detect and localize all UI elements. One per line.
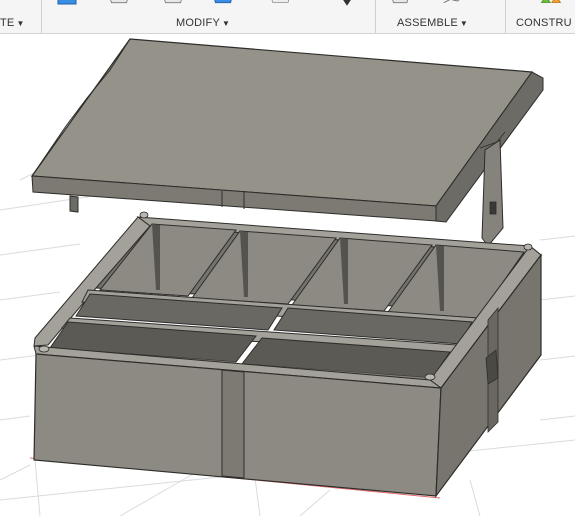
construct-menu-label[interactable]: CONSTRU: [516, 17, 572, 29]
lid-clip-right: [481, 139, 504, 247]
corner-peg: [523, 243, 533, 251]
toolbar: TE ▼ MODIFY ▼ ASSEMBLE ▼ CONSTRU: [0, 0, 575, 34]
press-pull-icon[interactable]: [212, 0, 234, 8]
model-canvas[interactable]: [0, 34, 575, 516]
corner-peg: [424, 373, 436, 381]
toolbar-group-assemble: ASSEMBLE ▼: [376, 0, 504, 33]
lid-clip-slot: [489, 201, 497, 215]
chevron-down-icon[interactable]: [336, 0, 358, 10]
joint-icon[interactable]: [390, 0, 412, 8]
3d-viewport[interactable]: [0, 34, 575, 516]
corner-peg: [38, 345, 50, 353]
fillet-icon[interactable]: [162, 0, 184, 8]
box-front-seam: [221, 369, 245, 479]
toolbar-group-modify: MODIFY ▼: [42, 0, 374, 33]
chevron-down-icon: ▼: [16, 19, 25, 28]
lid-tab-left: [69, 195, 79, 213]
extrude-icon[interactable]: [56, 0, 78, 8]
toolbar-group-create[interactable]: TE ▼: [0, 0, 41, 33]
corner-peg: [139, 211, 149, 219]
box-body[interactable]: [33, 211, 543, 498]
chevron-down-icon: ▼: [459, 19, 469, 28]
move-icon[interactable]: [270, 0, 292, 8]
create-menu-label[interactable]: TE ▼: [0, 17, 25, 29]
plane-icon[interactable]: [540, 0, 562, 8]
toolbar-group-construct: CONSTRU: [506, 0, 575, 33]
chevron-down-icon: ▼: [221, 19, 231, 28]
modify-menu-label[interactable]: MODIFY ▼: [176, 17, 230, 29]
lid[interactable]: [30, 38, 544, 247]
as-built-joint-icon[interactable]: [442, 0, 464, 8]
assemble-menu-label[interactable]: ASSEMBLE ▼: [397, 17, 468, 29]
shell-icon[interactable]: [108, 0, 130, 8]
